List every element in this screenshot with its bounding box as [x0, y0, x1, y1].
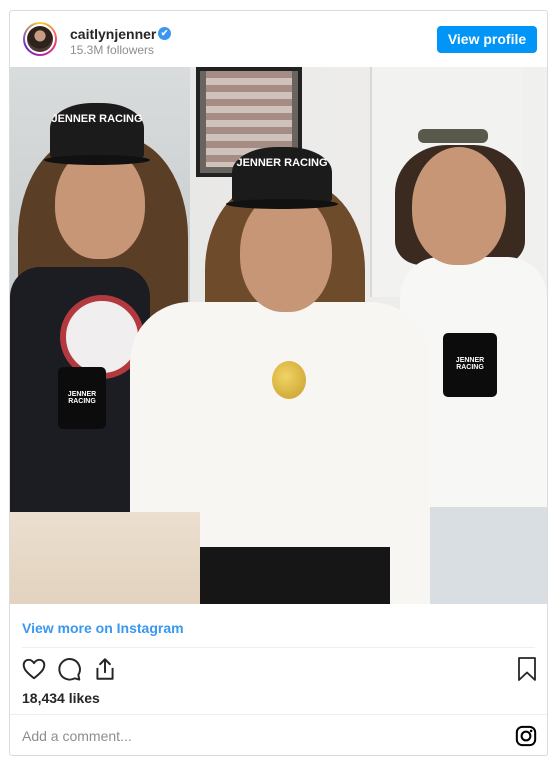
person-center-face — [240, 192, 332, 312]
view-profile-button[interactable]: View profile — [437, 26, 537, 53]
mug-left: JENNER RACING — [58, 367, 106, 429]
person-right-face — [412, 147, 506, 265]
action-bar — [10, 653, 547, 687]
view-more-link[interactable]: View more on Instagram — [22, 620, 184, 636]
person-center-cap: JENNER RACING — [226, 147, 338, 209]
instagram-logo-icon[interactable] — [515, 725, 537, 747]
gold-medal — [272, 361, 306, 399]
table — [10, 512, 200, 604]
mug-text: JENNER RACING — [67, 391, 97, 405]
like-count: 18,434 likes — [22, 690, 100, 706]
post-header: caitlynjenner ✔ 15.3M followers View pro… — [10, 11, 547, 67]
instagram-embed-card: caitlynjenner ✔ 15.3M followers View pro… — [9, 10, 548, 756]
avatar[interactable] — [23, 22, 57, 56]
verified-badge-icon: ✔ — [158, 27, 171, 40]
divider — [22, 647, 535, 648]
bookmark-icon[interactable] — [515, 656, 539, 682]
comment-icon[interactable] — [56, 656, 82, 682]
avatar-photo — [27, 26, 53, 52]
mug-right: JENNER RACING — [443, 333, 497, 397]
comment-bar — [10, 714, 547, 758]
person-left-cap: JENNER RACING — [44, 103, 150, 165]
sunglasses — [418, 129, 488, 143]
post-photo[interactable]: JENNER RACING JENNER RACING JENNER RACIN… — [10, 67, 547, 604]
cap-text: JENNER RACING — [51, 113, 143, 125]
person-center-pants — [190, 547, 390, 604]
follower-count: 15.3M followers — [70, 43, 155, 57]
comment-input[interactable] — [22, 725, 492, 747]
username[interactable]: caitlynjenner — [70, 26, 156, 42]
heart-icon[interactable] — [21, 656, 47, 682]
mug-text: JENNER RACING — [455, 357, 485, 371]
cap-text: JENNER RACING — [236, 157, 328, 169]
share-icon[interactable] — [92, 656, 118, 682]
